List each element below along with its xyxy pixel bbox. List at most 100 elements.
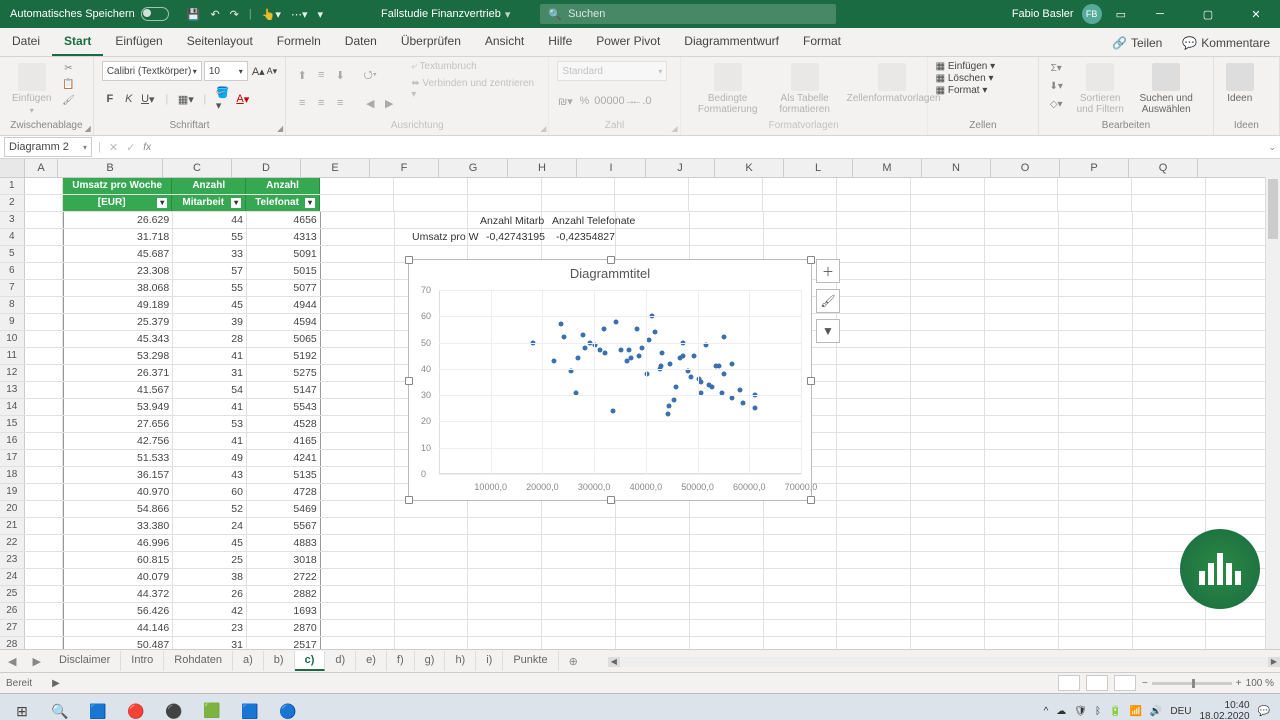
row-header[interactable]: 21 — [0, 518, 25, 534]
cell[interactable] — [542, 195, 616, 211]
cell[interactable] — [911, 382, 985, 398]
cell[interactable] — [1059, 501, 1133, 517]
tray-battery-icon[interactable]: 🔋 — [1109, 706, 1121, 717]
tab-seitenlayout[interactable]: Seitenlayout — [175, 28, 265, 56]
row-header[interactable]: 1 — [0, 178, 25, 194]
cell[interactable] — [1059, 450, 1133, 466]
cell[interactable] — [985, 586, 1059, 602]
cell[interactable] — [25, 433, 63, 449]
cell[interactable]: Mitarbeit▾ — [172, 195, 246, 211]
cell[interactable] — [321, 552, 395, 568]
cell[interactable] — [837, 399, 911, 415]
cell[interactable]: 26 — [173, 586, 247, 602]
cell[interactable]: Anzahl — [246, 178, 320, 194]
qat-customize-icon[interactable]: ▾ — [317, 8, 323, 21]
ideas-button[interactable]: Ideen — [1222, 61, 1258, 106]
cell[interactable] — [1133, 229, 1207, 245]
cell[interactable] — [837, 586, 911, 602]
hscroll-left-icon[interactable]: ◀ — [608, 657, 620, 667]
data-point[interactable] — [603, 351, 608, 356]
cell[interactable] — [1133, 365, 1207, 381]
cell[interactable] — [542, 569, 616, 585]
cell[interactable] — [1133, 518, 1207, 534]
cell[interactable] — [25, 484, 63, 500]
row-header[interactable]: 12 — [0, 365, 25, 381]
cell[interactable] — [985, 467, 1059, 483]
cell[interactable] — [690, 212, 764, 228]
cell[interactable] — [837, 433, 911, 449]
cell[interactable] — [321, 518, 395, 534]
column-header[interactable]: C — [163, 159, 232, 177]
cell[interactable] — [1059, 467, 1133, 483]
cell[interactable]: 26.629 — [63, 212, 173, 228]
cell[interactable] — [837, 518, 911, 534]
cell[interactable]: 4241 — [247, 450, 321, 466]
cell[interactable] — [25, 195, 63, 211]
cell[interactable] — [25, 620, 63, 636]
cell[interactable] — [764, 586, 838, 602]
cell[interactable] — [321, 484, 395, 500]
cell[interactable] — [468, 569, 542, 585]
data-point[interactable] — [582, 345, 587, 350]
cell[interactable]: 5015 — [247, 263, 321, 279]
row-header[interactable]: 2 — [0, 195, 25, 211]
cell[interactable] — [1059, 382, 1133, 398]
row-header[interactable]: 26 — [0, 603, 25, 619]
cell[interactable] — [25, 178, 63, 194]
cell[interactable] — [321, 416, 395, 432]
cell[interactable] — [321, 637, 395, 649]
embedded-chart[interactable]: Diagrammtitel 01020304050607010000,02000… — [408, 259, 812, 501]
share-button[interactable]: 🔗 Teilen — [1102, 30, 1172, 56]
cell[interactable] — [1132, 195, 1206, 211]
cell[interactable] — [395, 212, 469, 228]
cell[interactable] — [911, 195, 985, 211]
cell[interactable] — [1133, 331, 1207, 347]
touch-mode-icon[interactable]: 👆▾ — [262, 8, 281, 21]
format-as-table-button[interactable]: Als Tabelle formatieren — [771, 61, 839, 117]
data-point[interactable] — [613, 319, 618, 324]
data-point[interactable] — [639, 345, 644, 350]
cell[interactable] — [911, 637, 985, 649]
window-mode-icon[interactable]: ▭ — [1116, 8, 1126, 21]
cell[interactable] — [985, 348, 1059, 364]
cell[interactable] — [911, 501, 985, 517]
cell[interactable] — [321, 212, 395, 228]
cell[interactable] — [1059, 484, 1133, 500]
page-break-view-button[interactable] — [1114, 675, 1136, 691]
cell[interactable] — [985, 229, 1059, 245]
cell[interactable] — [1132, 178, 1206, 194]
cell[interactable] — [764, 552, 838, 568]
sheet-tab[interactable]: g) — [415, 651, 446, 671]
cell[interactable] — [911, 450, 985, 466]
taskbar-edge[interactable]: 🔵 — [270, 696, 306, 720]
sheet-tab[interactable]: e) — [356, 651, 387, 671]
cell[interactable] — [468, 620, 542, 636]
align-center-icon[interactable]: ≡ — [313, 95, 329, 111]
tray-chevron-icon[interactable]: ^ — [1044, 706, 1049, 717]
cell[interactable] — [395, 552, 469, 568]
cell[interactable]: 42.756 — [63, 433, 173, 449]
search-button[interactable]: 🔍 — [42, 696, 78, 720]
cell[interactable]: Telefonat▾ — [246, 195, 320, 211]
cell[interactable] — [321, 535, 395, 551]
cell[interactable] — [690, 229, 764, 245]
tray-onedrive-icon[interactable]: ☁ — [1056, 706, 1066, 717]
column-header[interactable]: Q — [1129, 159, 1198, 177]
cell[interactable]: 56.426 — [63, 603, 173, 619]
cell[interactable] — [837, 637, 911, 649]
cell[interactable] — [837, 229, 911, 245]
cell[interactable] — [1059, 569, 1133, 585]
copy-icon[interactable]: 📋 — [59, 77, 77, 91]
cell[interactable]: 5077 — [247, 280, 321, 296]
cell[interactable]: 54.866 — [63, 501, 173, 517]
resize-handle-n[interactable] — [607, 256, 615, 264]
cell[interactable] — [985, 314, 1059, 330]
row-header[interactable]: 9 — [0, 314, 25, 330]
cell[interactable] — [763, 195, 837, 211]
column-header[interactable]: G — [439, 159, 508, 177]
cell[interactable] — [395, 637, 469, 649]
cell[interactable] — [837, 484, 911, 500]
column-header[interactable]: I — [577, 159, 646, 177]
data-point[interactable] — [674, 385, 679, 390]
cell[interactable]: 3018 — [247, 552, 321, 568]
